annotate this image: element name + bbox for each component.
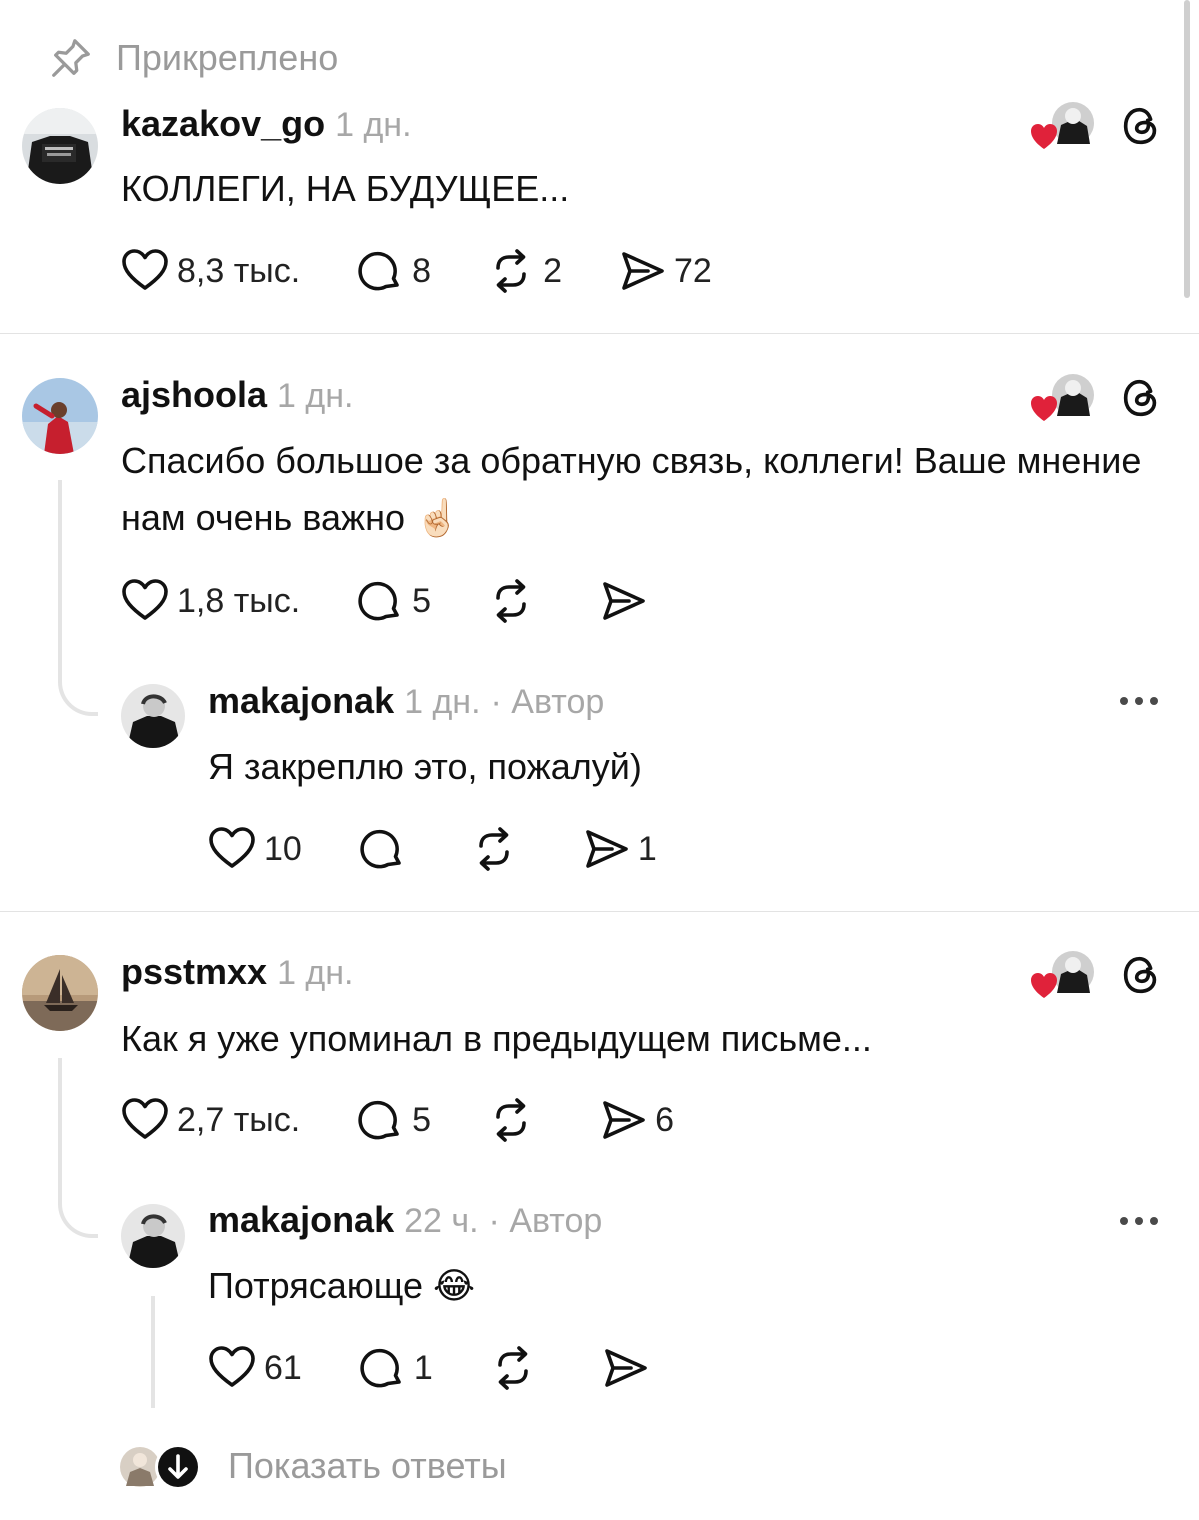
comment-icon	[356, 1096, 404, 1144]
comment-icon	[356, 247, 404, 295]
pinned-label: Прикреплено	[116, 37, 339, 78]
share-icon	[601, 1344, 649, 1392]
timestamp: 1 дн.	[277, 954, 354, 992]
share-icon	[599, 577, 647, 625]
post-card[interactable]	[22, 108, 98, 184]
more-icon[interactable]	[1120, 697, 1158, 705]
reply-card[interactable]	[121, 1204, 185, 1268]
show-replies-link[interactable]: Показать ответы	[228, 1445, 507, 1487]
share-button[interactable]: 6	[599, 1096, 674, 1144]
share-button[interactable]: 72	[618, 247, 712, 295]
like-count: 61	[264, 1348, 302, 1387]
reply-count: 8	[412, 251, 432, 290]
repost-icon	[487, 1096, 535, 1144]
thread-connector	[151, 1296, 155, 1408]
reply-text: Я закреплю это, пожалуй)	[208, 746, 642, 787]
liked-by-author-icon[interactable]	[1030, 950, 1096, 1000]
repost-button[interactable]	[489, 1344, 545, 1392]
like-button[interactable]: 2,7 тыс.	[121, 1096, 300, 1144]
reply-button[interactable]: 5	[356, 1096, 431, 1144]
reply-button[interactable]: 8	[356, 247, 431, 295]
repost-button[interactable]: 2	[487, 247, 562, 295]
post-card[interactable]	[22, 955, 98, 1031]
timestamp: 22 ч.	[404, 1202, 479, 1240]
avatar[interactable]	[121, 1204, 185, 1268]
username[interactable]: makajonak	[208, 1199, 394, 1241]
post-text: КОЛЛЕГИ, НА БУДУЩЕЕ...	[121, 168, 570, 209]
heart-icon	[121, 247, 169, 295]
divider	[0, 333, 1199, 334]
reply-button[interactable]	[358, 825, 414, 873]
show-replies-avatars[interactable]	[118, 1442, 204, 1492]
share-count: 72	[674, 251, 712, 290]
like-count: 2,7 тыс.	[177, 1100, 301, 1139]
reply-text: Потрясающе 😂	[208, 1265, 476, 1306]
timestamp: 1 дн.	[335, 106, 412, 144]
share-icon	[599, 1096, 647, 1144]
more-icon[interactable]	[1120, 1217, 1158, 1225]
author-badge: · Автор	[490, 683, 605, 721]
avatar[interactable]	[22, 955, 98, 1031]
threads-logo-icon[interactable]	[1118, 375, 1164, 421]
pin-icon	[48, 35, 94, 81]
avatar[interactable]	[121, 684, 185, 748]
heart-icon	[121, 577, 169, 625]
share-button[interactable]: 1	[582, 825, 657, 873]
liked-by-author-icon[interactable]	[1030, 101, 1096, 151]
post-text: Как я уже упоминал в предыдущем письме..…	[121, 1018, 872, 1059]
like-count: 10	[264, 829, 302, 868]
threads-logo-icon[interactable]	[1118, 103, 1164, 149]
post-text: Спасибо большое за обратную связь, колле…	[121, 440, 1142, 538]
avatar[interactable]	[22, 378, 98, 454]
scrollbar[interactable]	[1184, 0, 1190, 298]
username[interactable]: ajshoola	[121, 374, 267, 416]
username[interactable]: makajonak	[208, 680, 394, 722]
username[interactable]: psstmxx	[121, 951, 267, 993]
like-button[interactable]: 1,8 тыс.	[121, 577, 300, 625]
comment-icon	[356, 577, 404, 625]
thread-connector	[58, 1058, 98, 1238]
author-badge: · Автор	[488, 1202, 603, 1240]
share-icon	[582, 825, 630, 873]
timestamp: 1 дн.	[277, 377, 354, 415]
like-button[interactable]: 10	[208, 825, 302, 873]
thread-connector	[58, 480, 98, 716]
like-count: 1,8 тыс.	[177, 581, 301, 620]
reply-card[interactable]	[121, 684, 185, 748]
share-count: 6	[655, 1100, 675, 1139]
avatar[interactable]	[22, 108, 98, 184]
repost-icon	[487, 247, 535, 295]
comment-icon	[358, 1344, 406, 1392]
liked-by-author-icon[interactable]	[1030, 373, 1096, 423]
reply-count: 1	[413, 1348, 433, 1387]
like-button[interactable]: 61	[208, 1344, 302, 1392]
repost-icon	[487, 577, 535, 625]
pinned-header: Прикреплено	[48, 34, 338, 82]
heart-icon	[121, 1096, 169, 1144]
repost-count: 2	[543, 251, 563, 290]
repost-icon	[470, 825, 518, 873]
divider	[0, 911, 1199, 912]
repost-button[interactable]	[487, 1096, 543, 1144]
share-count: 1	[637, 829, 657, 868]
reply-count: 5	[412, 581, 432, 620]
comment-icon	[358, 825, 406, 873]
share-icon	[618, 247, 666, 295]
username[interactable]: kazakov_go	[121, 103, 325, 145]
heart-icon	[208, 1344, 256, 1392]
repost-button[interactable]	[470, 825, 526, 873]
threads-logo-icon[interactable]	[1118, 952, 1164, 998]
repost-icon	[489, 1344, 537, 1392]
like-count: 8,3 тыс.	[177, 251, 301, 290]
repost-button[interactable]	[487, 577, 543, 625]
share-button[interactable]	[599, 577, 655, 625]
like-button[interactable]: 8,3 тыс.	[121, 247, 300, 295]
heart-icon	[208, 825, 256, 873]
reply-button[interactable]: 1	[358, 1344, 433, 1392]
share-button[interactable]	[601, 1344, 657, 1392]
post-card[interactable]	[22, 378, 98, 454]
reply-button[interactable]: 5	[356, 577, 431, 625]
reply-count: 5	[412, 1100, 432, 1139]
timestamp: 1 дн.	[404, 683, 481, 721]
